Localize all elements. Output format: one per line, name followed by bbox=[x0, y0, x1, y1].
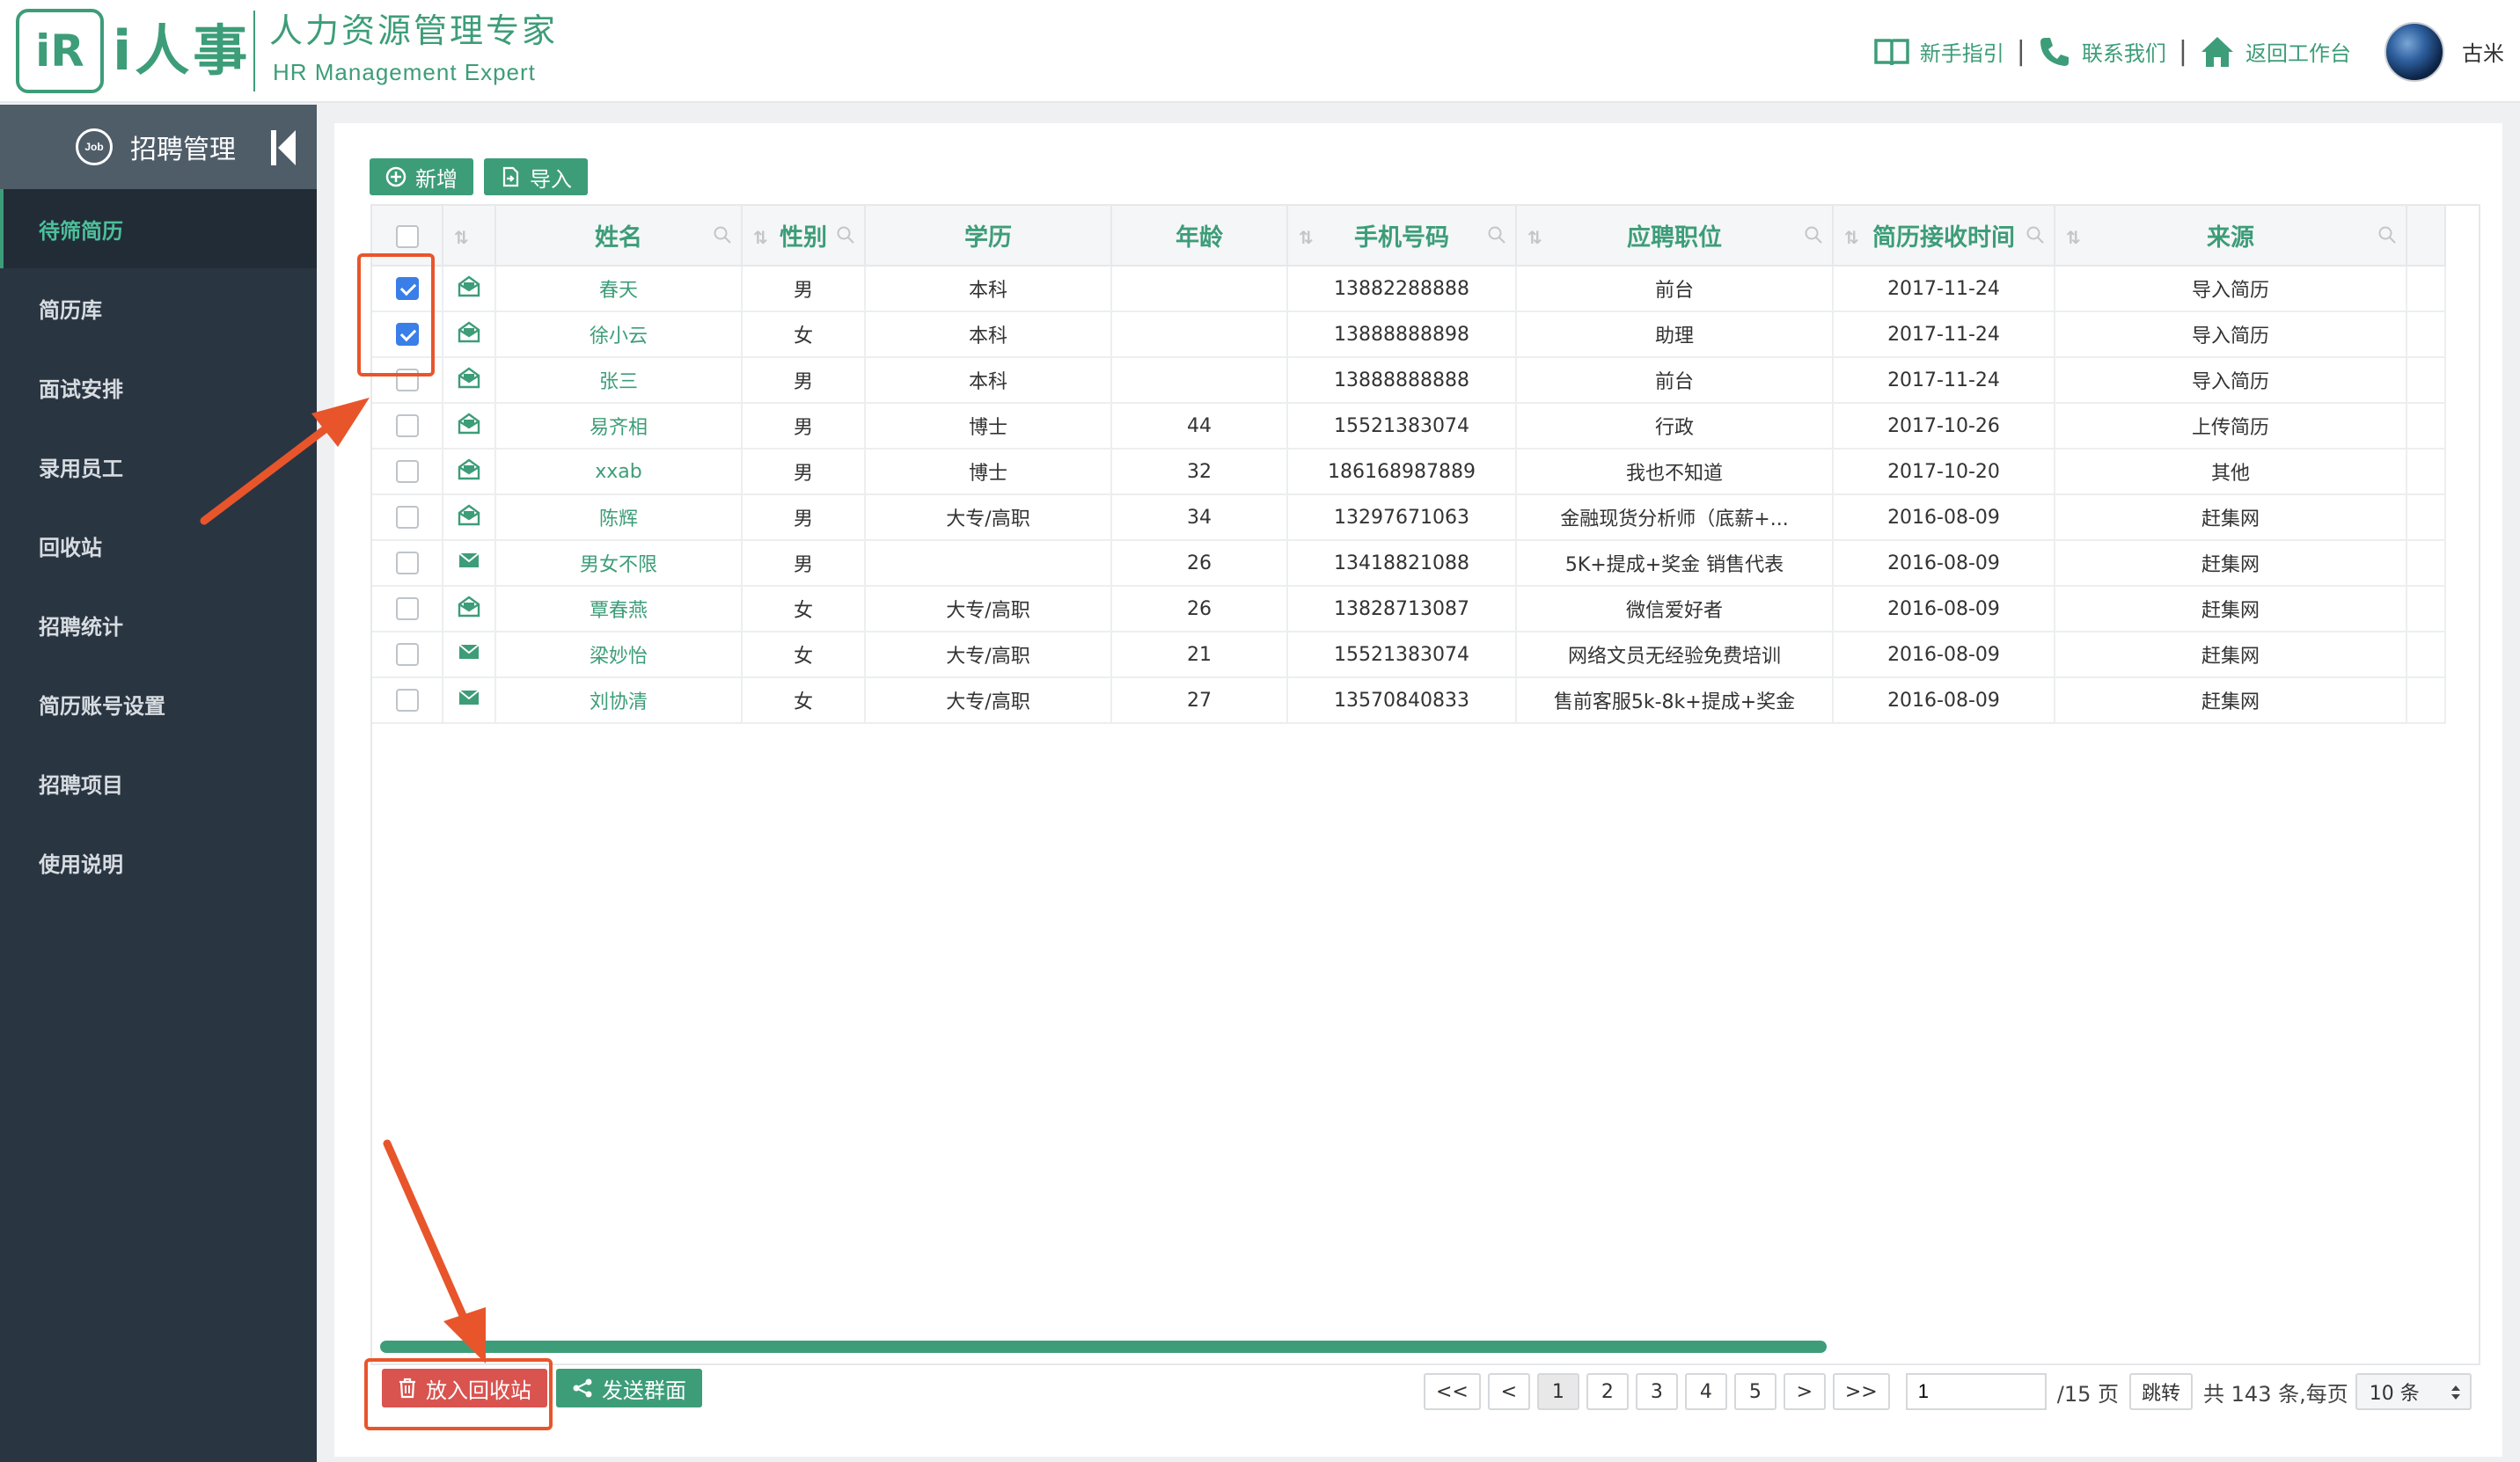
annotation-arrows bbox=[200, 398, 486, 1363]
arrow-head bbox=[311, 398, 370, 447]
arrow-head bbox=[443, 1307, 486, 1363]
